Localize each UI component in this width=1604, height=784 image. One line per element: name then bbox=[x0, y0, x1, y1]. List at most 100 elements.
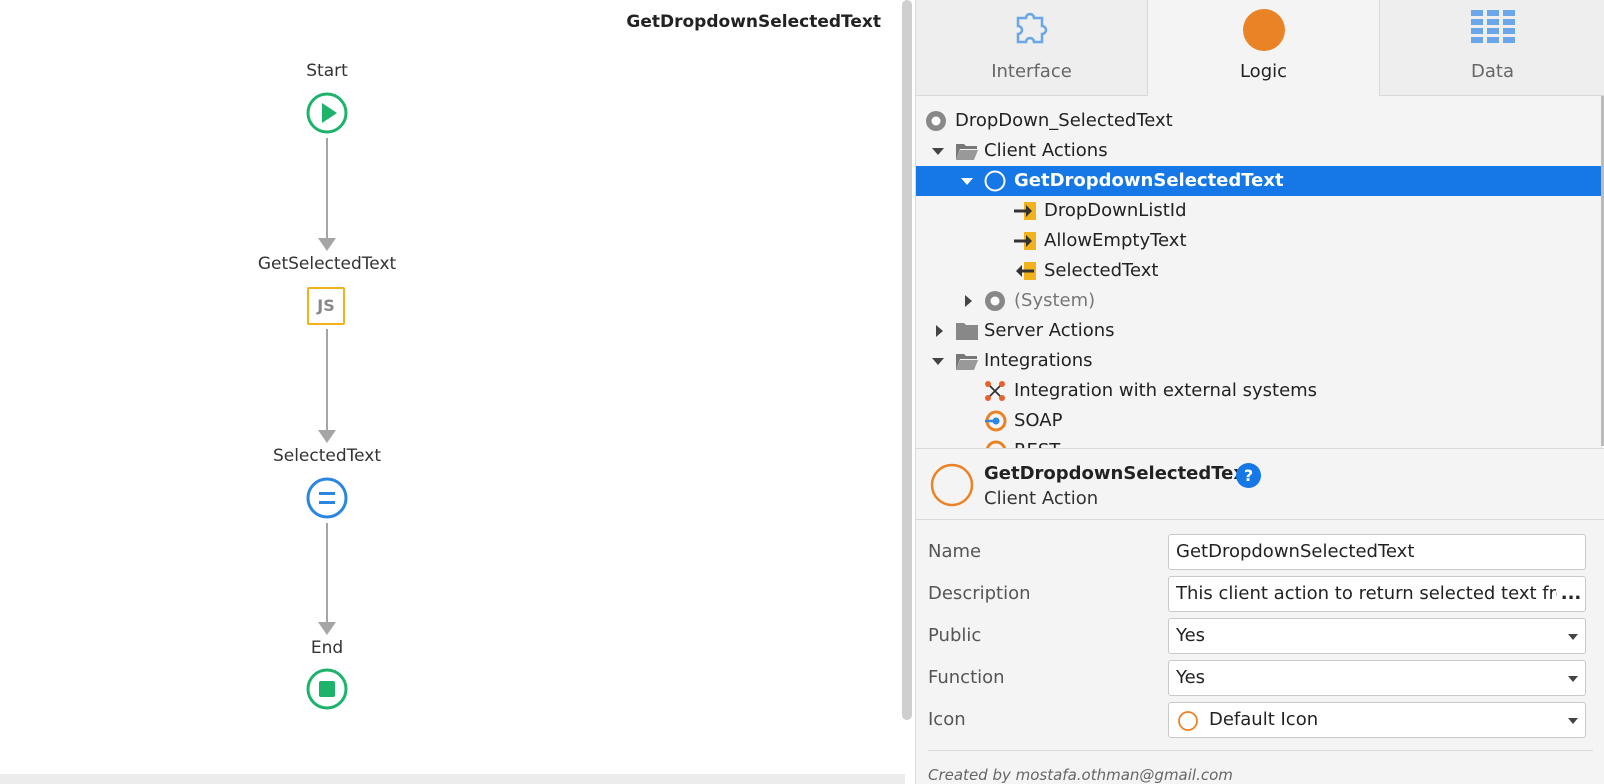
tree-item-integration-external[interactable]: Integration with external systems bbox=[916, 376, 1604, 406]
start-node-icon[interactable] bbox=[306, 92, 348, 134]
client-action-large-icon bbox=[930, 463, 974, 511]
connector-line bbox=[326, 138, 328, 238]
tree-item-label: SOAP bbox=[1014, 410, 1063, 431]
tree-item-label: Client Actions bbox=[984, 140, 1108, 161]
icon-select-value: Default Icon bbox=[1209, 709, 1319, 730]
canvas-vertical-scrollbar[interactable] bbox=[902, 0, 912, 720]
module-icon bbox=[925, 110, 949, 132]
tree-item-label: Server Actions bbox=[984, 320, 1115, 341]
tree-item-input-param[interactable]: AllowEmptyText bbox=[916, 226, 1604, 256]
description-input[interactable]: This client action to return selected te… bbox=[1168, 576, 1586, 612]
assign-node-icon[interactable] bbox=[306, 477, 348, 519]
default-icon-circle-icon bbox=[1177, 710, 1199, 737]
tree-item-selected-action[interactable]: GetDropdownSelectedText bbox=[916, 166, 1604, 196]
expand-down-icon[interactable] bbox=[960, 166, 974, 196]
property-row-function: Function Yes bbox=[928, 660, 1593, 696]
public-select-value: Yes bbox=[1176, 625, 1206, 646]
description-expand-button[interactable]: ... bbox=[1557, 577, 1585, 611]
property-label: Description bbox=[928, 583, 1031, 604]
tree-item-label: AllowEmptyText bbox=[1044, 230, 1187, 251]
tree-item-label: DropDownListId bbox=[1044, 200, 1187, 221]
description-value: This client action to return selected te… bbox=[1176, 583, 1586, 604]
property-label: Icon bbox=[928, 709, 966, 730]
tree-item-server-actions[interactable]: Server Actions bbox=[916, 316, 1604, 346]
start-node-label: Start bbox=[306, 61, 348, 81]
tree-item-module[interactable]: DropDown_SelectedText bbox=[916, 106, 1604, 136]
rest-icon bbox=[984, 440, 1008, 448]
connector-line bbox=[326, 523, 328, 623]
icon-select[interactable]: Default Icon bbox=[1168, 702, 1586, 738]
chevron-down-icon bbox=[1568, 676, 1578, 682]
chevron-down-icon bbox=[1568, 718, 1578, 724]
connector-line bbox=[326, 329, 328, 430]
canvas-horizontal-scrollbar[interactable] bbox=[0, 774, 905, 784]
client-action-icon bbox=[984, 170, 1008, 192]
name-input[interactable]: GetDropdownSelectedText bbox=[1168, 534, 1586, 570]
property-row-name: Name GetDropdownSelectedText bbox=[928, 534, 1593, 570]
tree-item-label: Integrations bbox=[984, 350, 1093, 371]
tree-item-client-actions[interactable]: Client Actions bbox=[916, 136, 1604, 166]
folder-icon bbox=[955, 320, 979, 342]
canvas-title: GetDropdownSelectedText bbox=[626, 12, 881, 32]
output-parameter-icon bbox=[1014, 260, 1038, 282]
end-node-icon[interactable] bbox=[306, 668, 348, 710]
tab-data[interactable]: Data bbox=[1380, 0, 1604, 96]
connector-arrow bbox=[318, 622, 336, 635]
tree-item-system[interactable]: (System) bbox=[916, 286, 1604, 316]
logic-tree: DropDown_SelectedText Client Actions Get… bbox=[916, 106, 1604, 448]
js-node-icon[interactable]: JS bbox=[307, 287, 345, 325]
panel-tabs: Interface Logic Data bbox=[916, 0, 1604, 96]
property-row-public: Public Yes bbox=[928, 618, 1593, 654]
input-parameter-icon bbox=[1014, 200, 1038, 222]
tree-item-label: DropDown_SelectedText bbox=[955, 110, 1173, 131]
property-label: Name bbox=[928, 541, 982, 562]
expand-right-icon[interactable] bbox=[933, 316, 947, 346]
tab-logic[interactable]: Logic bbox=[1148, 0, 1380, 96]
property-label: Function bbox=[928, 667, 1005, 688]
tree-item-label: SelectedText bbox=[1044, 260, 1159, 281]
end-node-label: End bbox=[310, 638, 344, 658]
expand-down-icon[interactable] bbox=[931, 136, 945, 166]
tree-item-soap[interactable]: SOAP bbox=[916, 406, 1604, 436]
properties-element-name: GetDropdownSelectedText bbox=[984, 463, 1254, 484]
tree-item-integrations[interactable]: Integrations bbox=[916, 346, 1604, 376]
connector-arrow bbox=[318, 430, 336, 443]
chevron-down-icon bbox=[1568, 634, 1578, 640]
soap-icon bbox=[984, 410, 1008, 432]
public-select[interactable]: Yes bbox=[1168, 618, 1586, 654]
input-parameter-icon bbox=[1014, 230, 1038, 252]
properties-header: GetDropdownSelectedText ? Client Action bbox=[916, 448, 1604, 520]
puzzle-icon bbox=[1010, 8, 1054, 52]
created-by-text: Created by mostafa.othman@gmail.com bbox=[928, 766, 1233, 784]
tab-logic-label: Logic bbox=[1239, 61, 1288, 82]
tab-interface[interactable]: Interface bbox=[916, 0, 1148, 96]
tab-data-label: Data bbox=[1471, 61, 1514, 82]
tree-item-rest[interactable]: REST bbox=[916, 436, 1604, 448]
tab-interface-label: Interface bbox=[991, 61, 1072, 82]
system-module-icon bbox=[984, 290, 1008, 312]
expand-down-icon[interactable] bbox=[931, 346, 945, 376]
property-row-description: Description This client action to return… bbox=[928, 576, 1593, 612]
expand-right-icon[interactable] bbox=[962, 286, 976, 316]
connector-arrow bbox=[318, 238, 336, 251]
right-panel: Interface Logic Data DropDown_SelectedTe… bbox=[915, 0, 1604, 784]
assign-node-label: SelectedText bbox=[272, 446, 382, 466]
tree-item-label: GetDropdownSelectedText bbox=[1014, 170, 1284, 191]
folder-open-icon bbox=[955, 350, 979, 372]
tree-item-input-param[interactable]: DropDownListId bbox=[916, 196, 1604, 226]
tree-item-label: Integration with external systems bbox=[1014, 380, 1318, 401]
tree-item-output-param[interactable]: SelectedText bbox=[916, 256, 1604, 286]
function-select[interactable]: Yes bbox=[1168, 660, 1586, 696]
table-grid-icon bbox=[1470, 8, 1515, 48]
tree-item-label: (System) bbox=[1014, 290, 1096, 311]
properties-element-type: Client Action bbox=[984, 488, 1099, 509]
orange-circle-icon bbox=[1242, 8, 1286, 56]
flow-canvas[interactable]: GetDropdownSelectedText Start GetSelecte… bbox=[0, 0, 912, 784]
function-select-value: Yes bbox=[1176, 667, 1206, 688]
divider bbox=[928, 750, 1593, 751]
help-icon[interactable]: ? bbox=[1236, 463, 1261, 488]
folder-open-icon bbox=[955, 140, 979, 162]
property-label: Public bbox=[928, 625, 982, 646]
integration-network-icon bbox=[984, 380, 1008, 402]
tree-item-label: REST bbox=[1014, 436, 1060, 448]
